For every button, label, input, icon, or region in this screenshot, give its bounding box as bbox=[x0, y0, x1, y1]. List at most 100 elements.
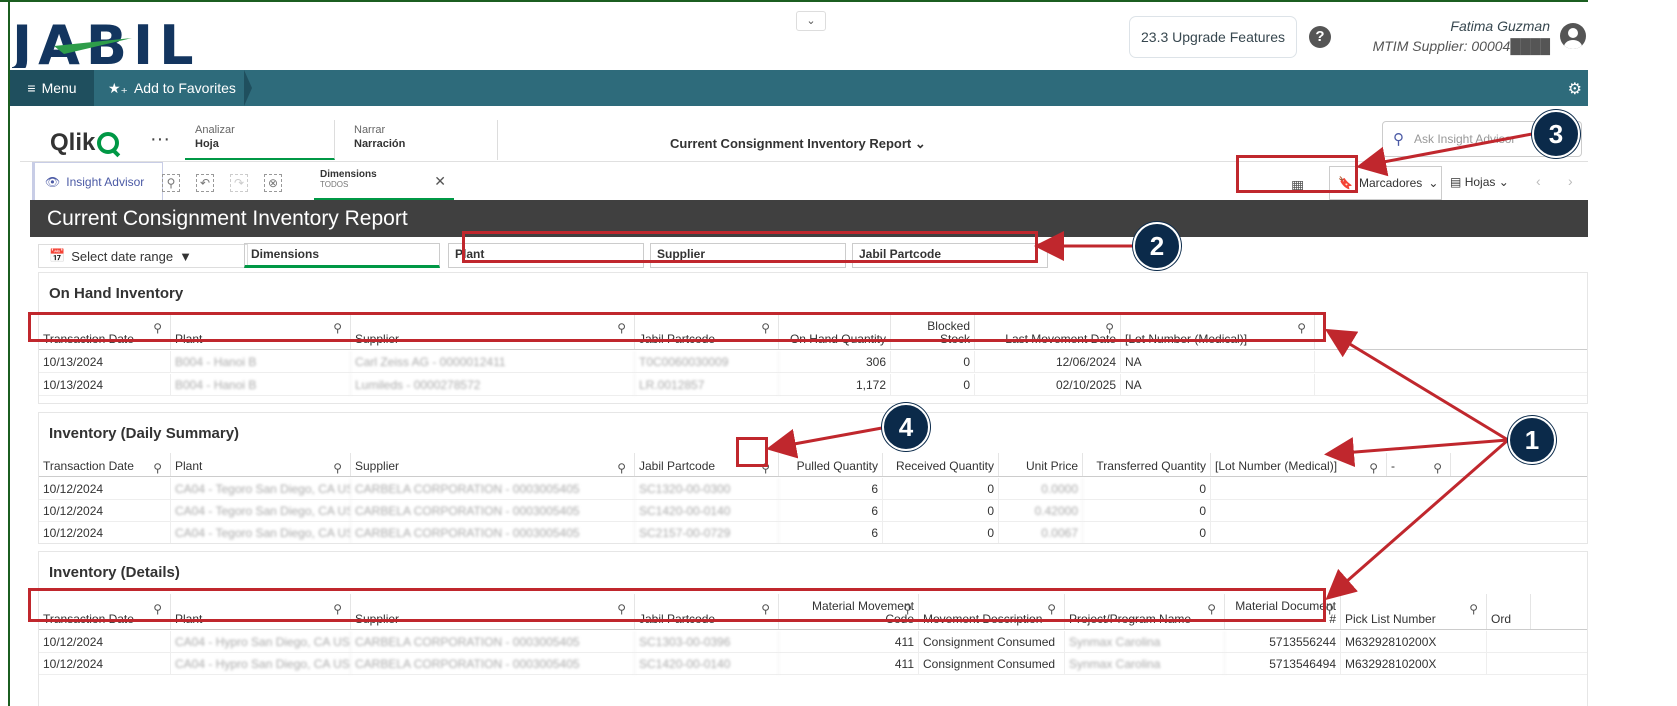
column-header-label: Unit Price bbox=[1025, 459, 1078, 473]
panel-title: Inventory (Daily Summary) bbox=[49, 425, 240, 442]
column-header[interactable]: Transaction Date ⚲ bbox=[39, 453, 171, 476]
search-icon[interactable]: ⚲ bbox=[1433, 461, 1442, 475]
callout-box-1b bbox=[28, 588, 1326, 622]
table-row[interactable]: 10/12/2024 CA04 - Hypro San Diego, CA US C… bbox=[39, 653, 1587, 675]
table-cell: CARBELA CORPORATION - 0003005405 bbox=[351, 631, 635, 653]
table-row[interactable]: 10/12/2024 CA04 - Tegoro San Diego, CA US… bbox=[39, 522, 1587, 543]
table-cell: 0.0000 bbox=[999, 478, 1083, 500]
dimensions-filter[interactable]: Dimensions bbox=[244, 243, 440, 268]
table-cell: 0 bbox=[891, 351, 975, 373]
dimensions-selection-chip[interactable]: Dimensions TODOS ✕ bbox=[314, 165, 454, 201]
column-header[interactable]: Supplier ⚲ bbox=[351, 453, 635, 476]
help-icon[interactable]: ? bbox=[1309, 26, 1331, 48]
table-cell: 0 bbox=[1083, 500, 1211, 522]
callout-box-4 bbox=[736, 437, 768, 467]
upgrade-features-button[interactable]: 23.3 Upgrade Features bbox=[1129, 16, 1297, 58]
chevron-down-icon: ⌄ bbox=[914, 136, 926, 151]
table-row[interactable]: 10/13/2024 B004 - Hanoi B Lumileds - 00002… bbox=[39, 374, 1587, 396]
table-row[interactable]: 10/13/2024 B004 - Hanoi B Carl Zeiss AG - … bbox=[39, 351, 1587, 373]
table-cell: NA bbox=[1121, 374, 1315, 396]
column-header[interactable]: Plant ⚲ bbox=[171, 453, 351, 476]
user-avatar-icon[interactable] bbox=[1560, 23, 1586, 49]
column-header-label: Ord bbox=[1491, 612, 1512, 626]
collapse-header-button[interactable]: ⌄ bbox=[796, 11, 826, 31]
clear-selections-icon[interactable]: ⊗ bbox=[264, 174, 282, 192]
column-header[interactable]: Ord bbox=[1487, 594, 1531, 629]
eye-icon: 👁 bbox=[45, 175, 61, 189]
search-icon[interactable]: ⚲ bbox=[617, 461, 626, 475]
sheets-icon: ▤ bbox=[1450, 175, 1462, 189]
calendar-icon: 📅 bbox=[49, 248, 66, 263]
step-back-icon[interactable]: ↶ bbox=[196, 174, 214, 192]
table-cell: 02/10/2025 bbox=[975, 374, 1121, 396]
upgrade-label: 23.3 Upgrade Features bbox=[1141, 29, 1285, 45]
table-cell: 0 bbox=[1083, 522, 1211, 543]
caret-down-icon: ▼ bbox=[179, 248, 192, 264]
column-header[interactable]: Unit Price bbox=[999, 453, 1083, 476]
column-header-label: Transaction Date bbox=[43, 459, 134, 473]
column-header-label: Transferred Quantity bbox=[1096, 459, 1206, 473]
column-header-label: Jabil Partcode bbox=[639, 459, 716, 473]
callout-badge-4: 4 bbox=[882, 403, 930, 451]
column-header-label: Supplier bbox=[355, 459, 400, 473]
table-cell: CA04 - Tegoro San Diego, CA US bbox=[171, 500, 351, 522]
column-header[interactable]: Pick List Number ⚲ bbox=[1341, 594, 1487, 629]
column-header[interactable]: Transferred Quantity bbox=[1083, 453, 1211, 476]
sheets-button[interactable]: ▤ Hojas ⌄ bbox=[1450, 175, 1509, 189]
date-range-picker[interactable]: 📅 Select date range ▼ bbox=[38, 244, 248, 268]
next-sheet-icon[interactable]: › bbox=[1568, 173, 1573, 189]
table-cell: SC1320-00-0300 bbox=[635, 478, 779, 500]
column-header-label: Received Quantity bbox=[895, 459, 994, 473]
column-header[interactable]: Pulled Quantity bbox=[779, 453, 883, 476]
table-row[interactable]: 10/12/2024 CA04 - Tegoro San Diego, CA US… bbox=[39, 500, 1587, 522]
app-title-dropdown[interactable]: Current Consignment Inventory Report ⌄ bbox=[670, 136, 926, 152]
menu-button[interactable]: ≡ Menu bbox=[10, 70, 94, 106]
callout-box-2 bbox=[462, 231, 1038, 263]
selection-search-icon[interactable]: ⚲ bbox=[162, 174, 180, 192]
gear-icon[interactable]: ⚙ bbox=[1568, 79, 1582, 99]
column-header[interactable]: Received Quantity bbox=[883, 453, 999, 476]
search-icon[interactable]: ⚲ bbox=[1325, 602, 1334, 616]
close-icon[interactable]: ✕ bbox=[434, 173, 446, 190]
table-cell: 6 bbox=[779, 522, 883, 543]
table-cell: SC2157-00-0729 bbox=[635, 522, 779, 543]
search-icon[interactable]: ⚲ bbox=[333, 461, 342, 475]
table-cell: 0 bbox=[883, 478, 999, 500]
search-icon[interactable]: ⚲ bbox=[153, 461, 162, 475]
hamburger-icon: ≡ bbox=[27, 80, 36, 96]
tab-narrate[interactable]: Narrar Narración bbox=[336, 120, 498, 160]
ask-placeholder: Ask Insight Advisor bbox=[1414, 132, 1516, 146]
table-cell: 5713546494 bbox=[1225, 653, 1341, 675]
tab-analyze[interactable]: Analizar Hoja bbox=[185, 120, 335, 160]
table-cell: NA bbox=[1121, 351, 1315, 373]
table-cell: 0.42000 bbox=[999, 500, 1083, 522]
table-cell: 10/12/2024 bbox=[39, 478, 171, 500]
search-icon[interactable]: ⚲ bbox=[1469, 602, 1478, 616]
prev-sheet-icon[interactable]: ‹ bbox=[1536, 173, 1541, 189]
search-icon[interactable]: ⚲ bbox=[1369, 461, 1378, 475]
table-cell: CARBELA CORPORATION - 0003005405 bbox=[351, 500, 635, 522]
column-header[interactable]: - ⚲ bbox=[1387, 453, 1451, 476]
table-cell: CA04 - Tegoro San Diego, CA US bbox=[171, 478, 351, 500]
more-options-icon[interactable]: ··· bbox=[150, 128, 170, 151]
tab-narrate-label: Narración bbox=[354, 138, 406, 150]
bookmarks-label: Marcadores bbox=[1358, 176, 1423, 190]
table-cell: 10/13/2024 bbox=[39, 374, 171, 396]
column-header[interactable]: [Lot Number (Medical)] ⚲ bbox=[1211, 453, 1387, 476]
step-forward-icon[interactable]: ↷ bbox=[230, 174, 248, 192]
table-cell: 1,172 bbox=[779, 374, 891, 396]
column-header-label: - bbox=[1391, 459, 1395, 473]
table-cell: 10/12/2024 bbox=[39, 653, 171, 675]
tab-analyze-top: Analizar bbox=[195, 124, 235, 136]
table-cell: 411 bbox=[779, 631, 919, 653]
details-panel: Inventory (Details) Transaction Date ⚲ Pla… bbox=[38, 551, 1588, 706]
table-cell: 10/13/2024 bbox=[39, 351, 171, 373]
table-row[interactable]: 10/12/2024 CA04 - Hypro San Diego, CA US C… bbox=[39, 631, 1587, 653]
add-to-favorites-button[interactable]: ★₊ Add to Favorites bbox=[102, 70, 252, 106]
table-row[interactable]: 10/12/2024 CA04 - Tegoro San Diego, CA US… bbox=[39, 478, 1587, 500]
insight-advisor-button[interactable]: 👁 Insight Advisor bbox=[32, 162, 163, 202]
table-cell: M63292810200X bbox=[1341, 631, 1487, 653]
favorites-label: Add to Favorites bbox=[133, 80, 236, 96]
callout-badge-1: 1 bbox=[1508, 416, 1556, 464]
report-title: Current Consignment Inventory Report bbox=[47, 207, 408, 230]
